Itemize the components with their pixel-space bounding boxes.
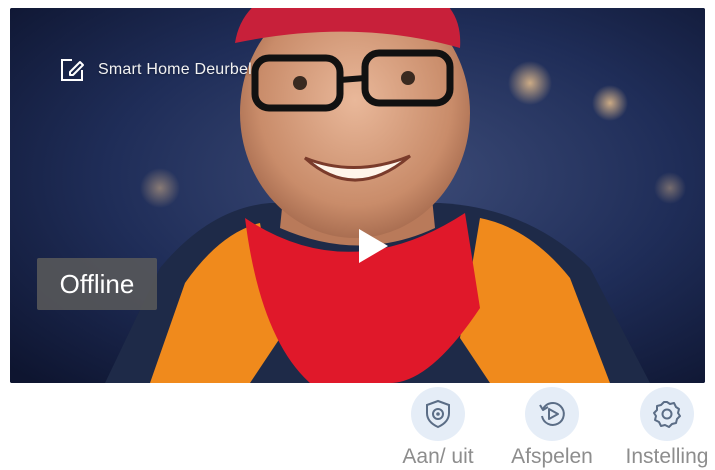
settings-icon-circle — [640, 387, 694, 441]
play-button[interactable] — [350, 223, 396, 269]
settings-button[interactable]: Instelling — [612, 387, 715, 469]
live-video-view[interactable]: Smart Home Deurbel Offline — [10, 8, 705, 383]
status-badge: Offline — [37, 258, 157, 310]
device-name: Smart Home Deurbel — [98, 61, 252, 78]
device-name-edit[interactable]: Smart Home Deurbel — [58, 56, 252, 84]
power-icon-circle — [411, 387, 465, 441]
power-toggle-button[interactable]: Aan/ uit — [383, 387, 493, 469]
replay-icon — [539, 402, 565, 426]
gear-icon — [653, 401, 681, 428]
playback-icon-circle — [525, 387, 579, 441]
playback-button[interactable]: Afspelen — [497, 387, 607, 469]
doorbell-app: Smart Home Deurbel Offline Aan/ uit Afsp… — [0, 0, 715, 470]
power-toggle-label: Aan/ uit — [402, 445, 474, 468]
playback-label: Afspelen — [511, 445, 593, 468]
play-icon — [359, 229, 388, 263]
bottom-toolbar: Aan/ uit Afspelen Instelling — [0, 383, 715, 470]
settings-label: Instelling — [625, 445, 709, 468]
edit-icon[interactable] — [58, 56, 86, 84]
shield-power-icon — [426, 399, 450, 429]
